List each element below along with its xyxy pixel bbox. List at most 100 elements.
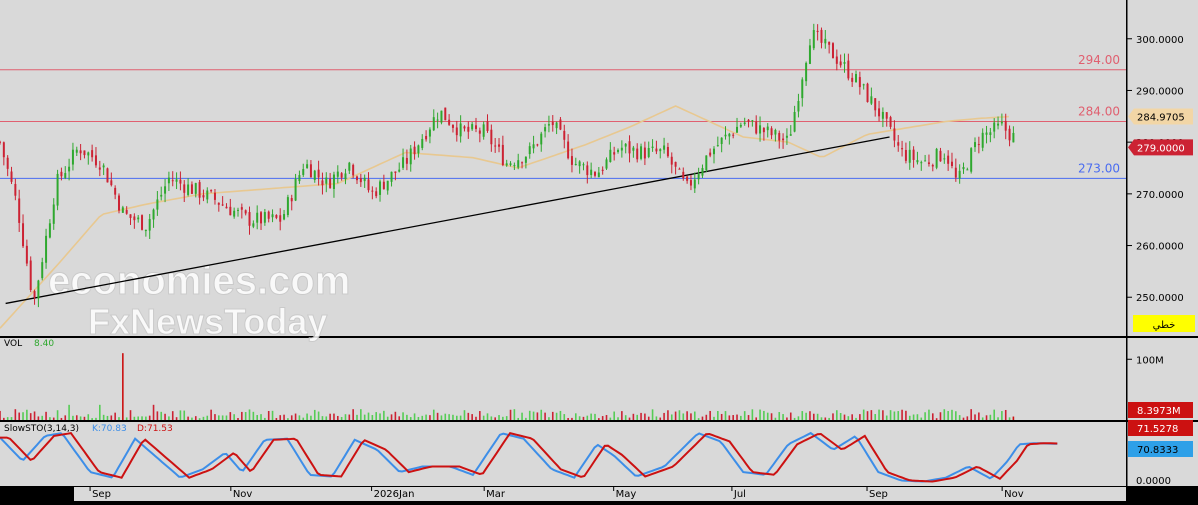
stock-chart-window: economies.com FxNewsToday 294.00 284.00 27… (0, 0, 1198, 501)
candle-body (586, 165, 589, 176)
candle-body (1012, 132, 1015, 143)
chart-svg[interactable]: economies.com FxNewsToday 294.00 284.00 27… (0, 0, 1198, 501)
price-tick-label: 260.0000 (1136, 242, 1184, 253)
candle-body (52, 204, 55, 224)
candle-body (958, 170, 961, 179)
candle-body (705, 155, 708, 171)
volume-bar (789, 412, 792, 420)
candle-body (751, 120, 754, 122)
volume-bar (985, 415, 988, 420)
price-tick-label: 250.0000 (1136, 293, 1184, 304)
candle-body (60, 171, 63, 177)
volume-bar (882, 410, 884, 420)
volume-bar (498, 415, 500, 420)
volume-bar (340, 416, 343, 420)
volume-bar (544, 412, 546, 420)
volume-bar (133, 416, 136, 420)
level-label-2: 273.00 (1078, 161, 1120, 175)
candle-body (71, 149, 74, 165)
candle-body (693, 179, 696, 189)
candle-body (183, 184, 186, 193)
candle-body (858, 77, 861, 88)
candle-body (724, 134, 727, 137)
volume-bar (636, 414, 639, 420)
candle-body (263, 212, 266, 223)
candle-body (494, 145, 497, 147)
volume-caption: VOL (4, 339, 22, 349)
volume-caption-value: 8.40 (34, 339, 54, 349)
candle-body (106, 168, 109, 183)
candle-body (75, 149, 78, 153)
volume-bar (1008, 417, 1011, 420)
volume-bar (640, 412, 642, 420)
candle-body (198, 182, 201, 198)
candle-body (144, 229, 147, 232)
volume-bar (540, 409, 543, 420)
candle-body (160, 194, 163, 197)
candle-body (793, 111, 796, 132)
time-tick-label: Mar (486, 489, 506, 500)
volume-bar (525, 417, 527, 420)
volume-bar (632, 413, 635, 420)
volume-bar (271, 410, 274, 420)
candle-body (298, 175, 301, 182)
candle-body (448, 119, 451, 125)
candle-body (931, 165, 934, 167)
candle-body (87, 152, 90, 156)
volume-bar (701, 416, 704, 420)
candle-body (48, 223, 51, 238)
volume-bar (724, 411, 727, 420)
candle-body (210, 190, 213, 192)
volume-bar (421, 415, 424, 420)
volume-bar (532, 411, 535, 420)
candle-body (110, 180, 113, 186)
volume-bar (306, 413, 308, 420)
volume-bar (590, 413, 592, 420)
volume-bar (333, 413, 335, 420)
volume-bar (812, 413, 815, 420)
candle-body (121, 207, 124, 213)
volume-bar (160, 411, 163, 420)
candle-body (590, 169, 593, 176)
volume-bar (843, 414, 846, 420)
candle-body (962, 166, 965, 170)
volume-bar (241, 411, 243, 420)
candle-body (421, 138, 424, 148)
volume-bar (482, 415, 485, 420)
volume-bar (682, 413, 685, 420)
volume-bar (106, 415, 109, 420)
candle-body (25, 245, 28, 264)
volume-bar (175, 417, 178, 420)
volume-bar (720, 413, 723, 420)
candle-body (797, 100, 800, 112)
price-tick-label: 270.0000 (1136, 190, 1184, 201)
volume-bar (425, 414, 427, 420)
candle-body (628, 141, 631, 154)
volume-bar (966, 416, 969, 420)
candle-body (236, 209, 239, 211)
candle-body (966, 169, 969, 171)
candle-body (240, 207, 243, 210)
candle-body (997, 123, 1000, 126)
volume-bar (459, 415, 462, 420)
candle-body (567, 141, 570, 159)
volume-bar (862, 409, 865, 420)
time-tick-label: Nov (1004, 489, 1024, 500)
candle-body (1008, 128, 1011, 141)
volume-bar (774, 417, 777, 420)
candle-body (217, 202, 220, 205)
volume-bar (993, 409, 996, 420)
volume-bar (463, 410, 466, 420)
candle-body (336, 171, 339, 177)
volume-bar (851, 414, 853, 420)
candle-body (33, 291, 36, 298)
candle-body (820, 29, 823, 43)
volume-bar (832, 413, 834, 420)
volume-bar (260, 414, 262, 420)
candle-body (432, 117, 435, 131)
candle-body (413, 146, 416, 155)
candle-body (428, 129, 431, 137)
volume-bar (41, 415, 44, 420)
volume-last-tag-label: 8.3973M (1137, 406, 1181, 417)
volume-bar (386, 416, 389, 420)
